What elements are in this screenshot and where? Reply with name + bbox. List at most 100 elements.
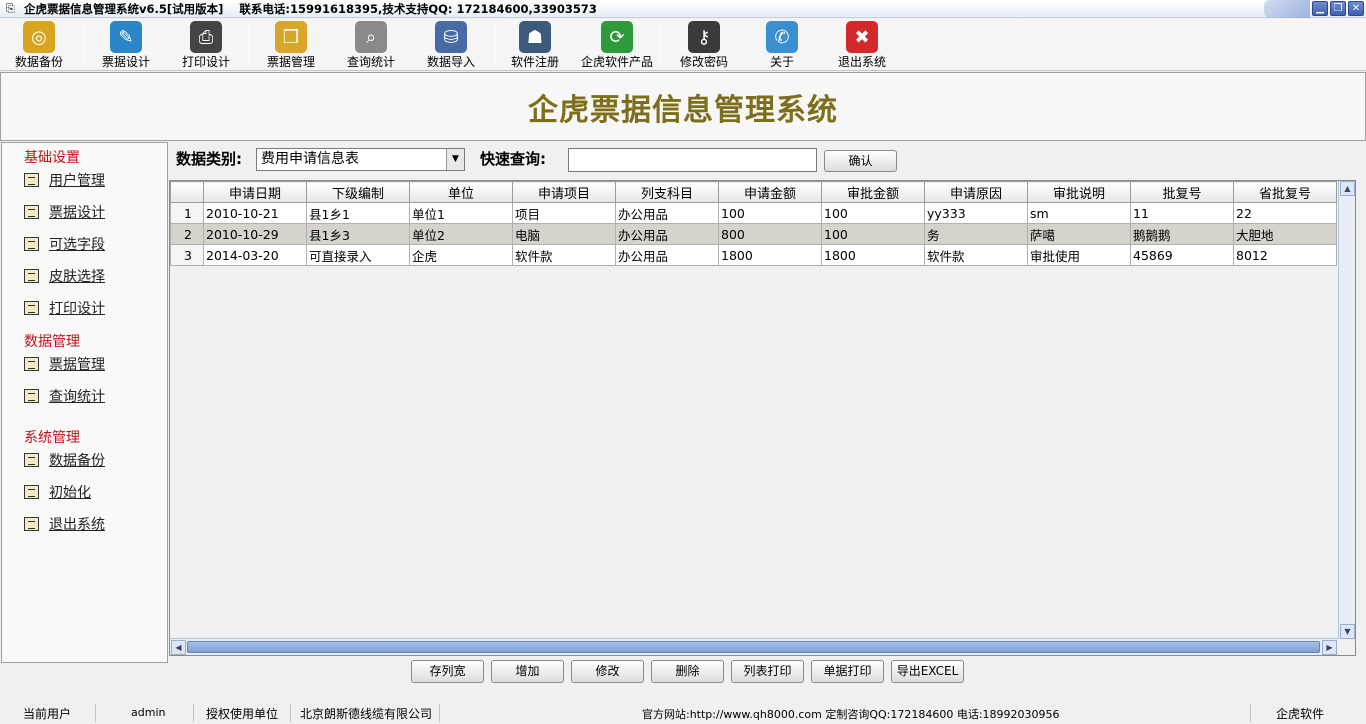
toolbar-button-9[interactable]: ⚷ 修改密码 <box>675 21 733 71</box>
confirm-button[interactable]: 确认 <box>824 150 897 172</box>
table-cell[interactable]: 务 <box>924 223 1028 245</box>
data-table: 申请日期 下级编制 单位 申请项目 列支科目 申请金额 审批金额 申请原因 审批说明 批复号 省批复… <box>170 181 1337 266</box>
table-cell[interactable]: 企虎 <box>409 244 513 266</box>
toolbar-button-10[interactable]: ✆ 关于 <box>763 21 801 71</box>
table-cell[interactable]: 1800 <box>718 244 822 266</box>
table-cell[interactable]: 电脑 <box>512 223 616 245</box>
sidebar-item[interactable]: 票据管理 <box>24 354 105 374</box>
toolbar-button-1[interactable]: ◎ 数据备份 <box>10 21 68 71</box>
table-cell[interactable]: 可直接录入 <box>306 244 410 266</box>
toolbar-button-4[interactable]: ❒ 票据管理 <box>262 21 320 71</box>
minimize-button[interactable]: ▁ <box>1312 1 1328 16</box>
toolbar-button-5[interactable]: ⌕ 查询统计 <box>342 21 400 71</box>
table-cell[interactable]: 45869 <box>1130 244 1234 266</box>
table-cell[interactable]: 800 <box>718 223 822 245</box>
column-header[interactable]: 单位 <box>409 181 513 203</box>
column-header[interactable]: 申请日期 <box>203 181 307 203</box>
toolbar-button-6[interactable]: ⛁ 数据导入 <box>422 21 480 71</box>
table-cell[interactable]: yy333 <box>924 202 1028 224</box>
toolbar-button-3[interactable]: ⎙ 打印设计 <box>177 21 235 71</box>
table-cell[interactable]: 100 <box>821 223 925 245</box>
table-row[interactable]: 3 2014-03-20 可直接录入 企虎 软件款 办公用品 1800 1800 软件款 审批使用… <box>170 244 1337 266</box>
close-button[interactable]: ✕ <box>1348 1 1364 16</box>
notepad-icon <box>24 453 39 467</box>
toolbar-button-7[interactable]: ☗ 软件注册 <box>506 21 564 71</box>
data-grid[interactable]: 申请日期 下级编制 单位 申请项目 列支科目 申请金额 审批金额 申请原因 审批说明 批复号 省批复… <box>169 180 1356 656</box>
sidebar-item[interactable]: 查询统计 <box>24 386 105 406</box>
column-header[interactable]: 列支科目 <box>615 181 719 203</box>
sidebar-item[interactable]: 票据设计 <box>24 202 105 222</box>
table-cell[interactable]: 单位1 <box>409 202 513 224</box>
exit-icon: ✖ <box>846 21 878 53</box>
table-cell[interactable]: 软件款 <box>512 244 616 266</box>
column-header[interactable]: 申请原因 <box>924 181 1028 203</box>
table-row[interactable]: 2 2010-10-29 县1乡3 单位2 电脑 办公用品 800 100 务萨噶 鹅鹅鹅 大胆地 <box>170 223 1337 245</box>
column-header[interactable]: 申请项目 <box>512 181 616 203</box>
toolbar-button-2[interactable]: ✎ 票据设计 <box>97 21 155 71</box>
table-cell[interactable]: 2014-03-20 <box>203 244 307 266</box>
column-header[interactable]: 批复号 <box>1130 181 1234 203</box>
scroll-up-icon[interactable]: ▲ <box>1340 181 1355 196</box>
scrollbar-thumb[interactable] <box>187 641 1320 653</box>
sidebar-item[interactable]: 初始化 <box>24 482 91 502</box>
table-row[interactable]: 1 2010-10-21 县1乡1 单位1 项目 办公用品 100 100 yy333 sm 11 2… <box>170 202 1337 224</box>
scroll-right-icon[interactable]: ▶ <box>1322 640 1337 655</box>
table-cell[interactable]: 100 <box>718 202 822 224</box>
toolbar: ◎ 数据备份 ✎ 票据设计 ⎙ 打印设计 ❒ 票据管理 ⌕ 查询统计 ⛁ 数据导入 ☗ 软件注册 ⟳ 企虎软件… <box>0 19 1366 71</box>
single-print-button[interactable]: 单据打印 <box>811 660 884 683</box>
column-header[interactable]: 省批复号 <box>1233 181 1337 203</box>
horizontal-scrollbar[interactable]: ◀ ▶ <box>170 638 1338 655</box>
sidebar-item[interactable]: 可选字段 <box>24 234 105 254</box>
table-cell[interactable]: 县1乡1 <box>306 202 410 224</box>
table-cell[interactable]: 8012 <box>1233 244 1337 266</box>
table-cell[interactable]: 1800 <box>821 244 925 266</box>
table-cell[interactable]: 县1乡3 <box>306 223 410 245</box>
window-title: 企虎票据信息管理系统v6.5[试用版本] <box>24 1 224 16</box>
toolbar-button-8[interactable]: ⟳ 企虎软件产品 <box>578 21 656 71</box>
status-bar: 当前用户 admin 授权使用单位 北京朗斯德线缆有限公司 官方网站:http:… <box>0 702 1366 724</box>
quick-search-input[interactable] <box>568 148 817 172</box>
list-print-button[interactable]: 列表打印 <box>731 660 804 683</box>
table-cell[interactable]: 2010-10-29 <box>203 223 307 245</box>
auth-unit-label: 授权使用单位 <box>206 707 279 721</box>
table-cell[interactable]: 办公用品 <box>615 244 719 266</box>
scroll-left-icon[interactable]: ◀ <box>171 640 186 655</box>
table-cell[interactable]: 100 <box>821 202 925 224</box>
row-number[interactable]: 2 <box>170 223 204 245</box>
table-cell[interactable]: 2010-10-21 <box>203 202 307 224</box>
table-cell[interactable]: 22 <box>1233 202 1337 224</box>
table-cell[interactable]: 审批使用 <box>1027 244 1131 266</box>
column-header[interactable]: 审批说明 <box>1027 181 1131 203</box>
row-number[interactable]: 3 <box>170 244 204 266</box>
edit-button[interactable]: 修改 <box>571 660 644 683</box>
column-header[interactable]: 审批金额 <box>821 181 925 203</box>
table-cell[interactable]: 办公用品 <box>615 223 719 245</box>
restore-button[interactable]: ❐ <box>1330 1 1346 16</box>
chevron-down-icon[interactable]: ▼ <box>446 149 464 170</box>
category-select[interactable]: 费用申请信息表 ▼ <box>256 148 465 171</box>
table-cell[interactable]: sm <box>1027 202 1131 224</box>
sidebar-item[interactable]: 用户管理 <box>24 170 105 190</box>
column-header[interactable]: 申请金额 <box>718 181 822 203</box>
table-cell[interactable]: 萨噶 <box>1027 223 1131 245</box>
table-cell[interactable]: 大胆地 <box>1233 223 1337 245</box>
sidebar-item[interactable]: 数据备份 <box>24 450 105 470</box>
scroll-down-icon[interactable]: ▼ <box>1340 624 1355 639</box>
table-cell[interactable]: 单位2 <box>409 223 513 245</box>
column-header[interactable]: 下级编制 <box>306 181 410 203</box>
sidebar-item[interactable]: 退出系统 <box>24 514 105 534</box>
save-column-width-button[interactable]: 存列宽 <box>411 660 484 683</box>
table-cell[interactable]: 软件款 <box>924 244 1028 266</box>
vertical-scrollbar[interactable]: ▲ ▼ <box>1338 181 1355 639</box>
add-button[interactable]: 增加 <box>491 660 564 683</box>
table-cell[interactable]: 办公用品 <box>615 202 719 224</box>
table-cell[interactable]: 项目 <box>512 202 616 224</box>
table-cell[interactable]: 11 <box>1130 202 1234 224</box>
table-cell[interactable]: 鹅鹅鹅 <box>1130 223 1234 245</box>
sidebar-item[interactable]: 打印设计 <box>24 298 105 318</box>
export-excel-button[interactable]: 导出EXCEL <box>891 660 964 683</box>
row-number[interactable]: 1 <box>170 202 204 224</box>
toolbar-button-11[interactable]: ✖ 退出系统 <box>833 21 891 71</box>
delete-button[interactable]: 删除 <box>651 660 724 683</box>
sidebar-item[interactable]: 皮肤选择 <box>24 266 105 286</box>
